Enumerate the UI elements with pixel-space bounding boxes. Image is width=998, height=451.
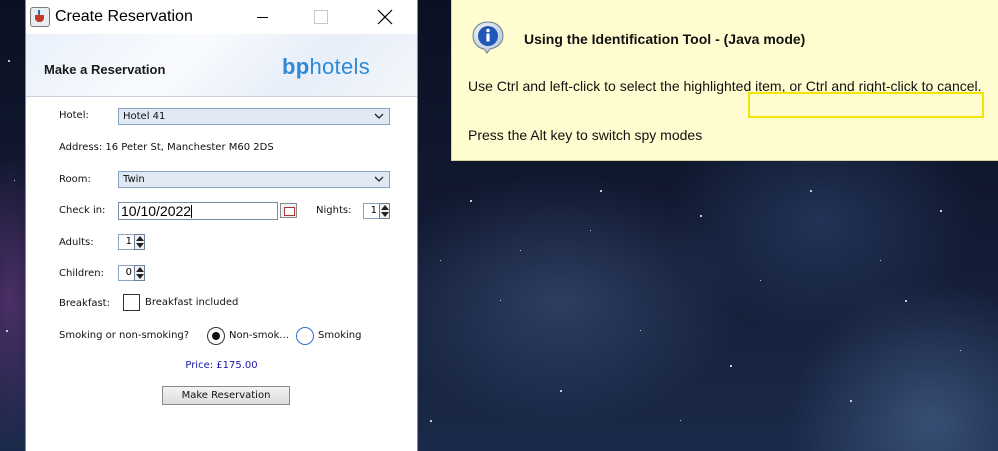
arrow-up-icon[interactable]: [136, 236, 144, 241]
identification-tool-tooltip: Using the Identification Tool - (Java mo…: [452, 0, 998, 160]
title-bar[interactable]: Create Reservation: [26, 0, 417, 34]
smoking-label: Smoking or non-smoking?: [59, 330, 190, 341]
maximize-icon: [314, 10, 328, 24]
arrow-up-icon[interactable]: [136, 267, 144, 272]
children-label: Children:: [59, 268, 104, 279]
room-selected-value: Twin: [123, 174, 145, 185]
breakfast-checkbox-label[interactable]: Breakfast included: [145, 297, 238, 308]
checkin-date-value: 10/10/2022: [121, 203, 192, 219]
adults-spinner[interactable]: 1: [118, 234, 148, 250]
page-title: Make a Reservation: [44, 62, 166, 77]
header-banner: Make a Reservation bphotels: [26, 34, 417, 96]
make-reservation-button[interactable]: Make Reservation: [162, 386, 290, 405]
adults-spin-buttons[interactable]: [134, 234, 145, 250]
chevron-down-icon: [374, 176, 384, 182]
calendar-button[interactable]: [280, 203, 297, 218]
nonsmoking-option-label[interactable]: Non-smok...: [229, 330, 289, 341]
arrow-down-icon[interactable]: [136, 243, 144, 248]
java-cup-icon: [30, 7, 50, 27]
adults-label: Adults:: [59, 237, 94, 248]
children-spinner[interactable]: 0: [118, 265, 148, 281]
minimize-icon: [257, 17, 268, 18]
calendar-icon: [284, 207, 295, 216]
room-label: Room:: [59, 174, 91, 185]
maximize-button[interactable]: [298, 0, 344, 34]
breakfast-label: Breakfast:: [59, 298, 110, 309]
smoking-radio[interactable]: [296, 327, 314, 345]
nights-spin-buttons[interactable]: [379, 203, 390, 219]
create-reservation-window: Create Reservation Make a Reservation bp…: [26, 0, 417, 451]
hotel-select[interactable]: Hotel 41: [118, 108, 390, 125]
nights-spinner[interactable]: 1: [363, 203, 390, 219]
adults-value[interactable]: 1: [118, 234, 134, 250]
nights-value[interactable]: 1: [363, 203, 379, 219]
address-text: Address: 16 Peter St, Manchester M60 2DS: [59, 142, 274, 153]
hotel-selected-value: Hotel 41: [123, 111, 166, 122]
text-caret: [191, 205, 193, 218]
window-title: Create Reservation: [55, 8, 193, 25]
hotel-label: Hotel:: [59, 110, 89, 121]
tooltip-title: Using the Identification Tool - (Java mo…: [524, 31, 806, 47]
info-icon: [472, 21, 504, 54]
bphotels-logo: bphotels: [282, 54, 370, 79]
chevron-down-icon: [374, 113, 384, 119]
divider: [26, 96, 417, 97]
breakfast-checkbox[interactable]: [123, 294, 140, 311]
checkin-date-input[interactable]: 10/10/2022: [118, 202, 278, 220]
nonsmoking-radio[interactable]: [207, 327, 225, 345]
close-icon: [377, 9, 393, 25]
tooltip-alt-hint: Press the Alt key to switch spy modes: [468, 127, 703, 143]
highlighted-item-outline: [748, 92, 984, 118]
radio-selected-dot: [212, 332, 220, 340]
price-text: Price: £175.00: [185, 360, 258, 371]
checkin-label: Check in:: [59, 205, 106, 216]
arrow-down-icon[interactable]: [381, 212, 389, 217]
children-value[interactable]: 0: [118, 265, 134, 281]
smoking-option-label[interactable]: Smoking: [318, 330, 361, 341]
arrow-up-icon[interactable]: [381, 205, 389, 210]
nights-label: Nights:: [316, 205, 352, 216]
children-spin-buttons[interactable]: [134, 265, 145, 281]
minimize-button[interactable]: [239, 0, 285, 34]
arrow-down-icon[interactable]: [136, 274, 144, 279]
close-button[interactable]: [364, 0, 410, 34]
room-select[interactable]: Twin: [118, 171, 390, 188]
